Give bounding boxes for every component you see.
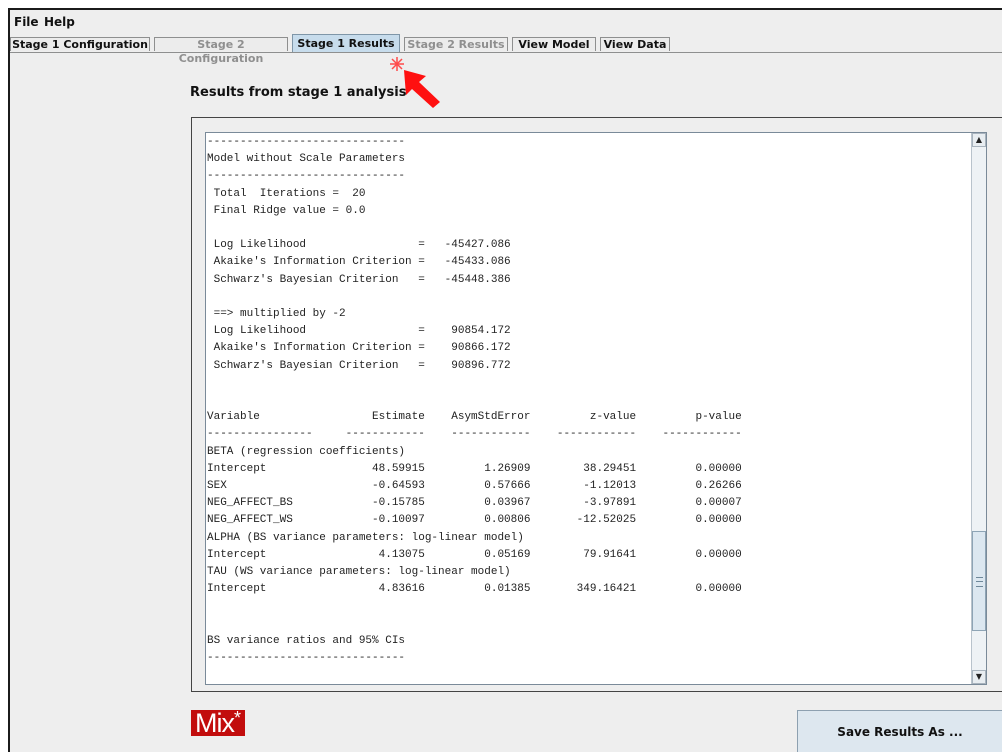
thumb-grip-icon [976, 577, 983, 587]
tab-stage2-results: Stage 2 Results [404, 37, 508, 51]
vertical-scrollbar[interactable]: ▲ ▼ [971, 133, 986, 684]
results-output: ------------------------------ Model wit… [207, 136, 742, 665]
logo-text: Mix [195, 708, 235, 738]
tab-stage2-configuration: Stage 2 Configuration [154, 37, 288, 65]
mix-logo: Mix* [191, 708, 246, 738]
tab-view-model[interactable]: View Model [512, 37, 596, 51]
results-heading: Results from stage 1 analysis [190, 85, 407, 100]
logo-star: * [234, 708, 241, 728]
tab-stage1-configuration[interactable]: Stage 1 Configuration [10, 37, 150, 51]
tab-view-data[interactable]: View Data [600, 37, 670, 51]
scroll-up-arrow-icon[interactable]: ▲ [972, 133, 986, 147]
results-text-area[interactable]: ------------------------------ Model wit… [205, 132, 987, 685]
results-panel: ------------------------------ Model wit… [191, 117, 1002, 692]
red-arrow-icon [390, 54, 460, 112]
scroll-thumb[interactable] [972, 531, 986, 631]
tab-bar: Stage 1 Configuration Stage 2 Configurat… [10, 32, 1002, 65]
menu-file[interactable]: File [14, 15, 39, 29]
app-window: File Help Stage 1 Configuration Stage 2 … [8, 8, 1002, 752]
scroll-down-arrow-icon[interactable]: ▼ [972, 670, 986, 684]
menu-bar: File Help [10, 10, 1002, 32]
save-results-button[interactable]: Save Results As ... [797, 710, 1002, 752]
tab-stage1-results[interactable]: Stage 1 Results [292, 34, 400, 52]
menu-help[interactable]: Help [44, 15, 75, 29]
